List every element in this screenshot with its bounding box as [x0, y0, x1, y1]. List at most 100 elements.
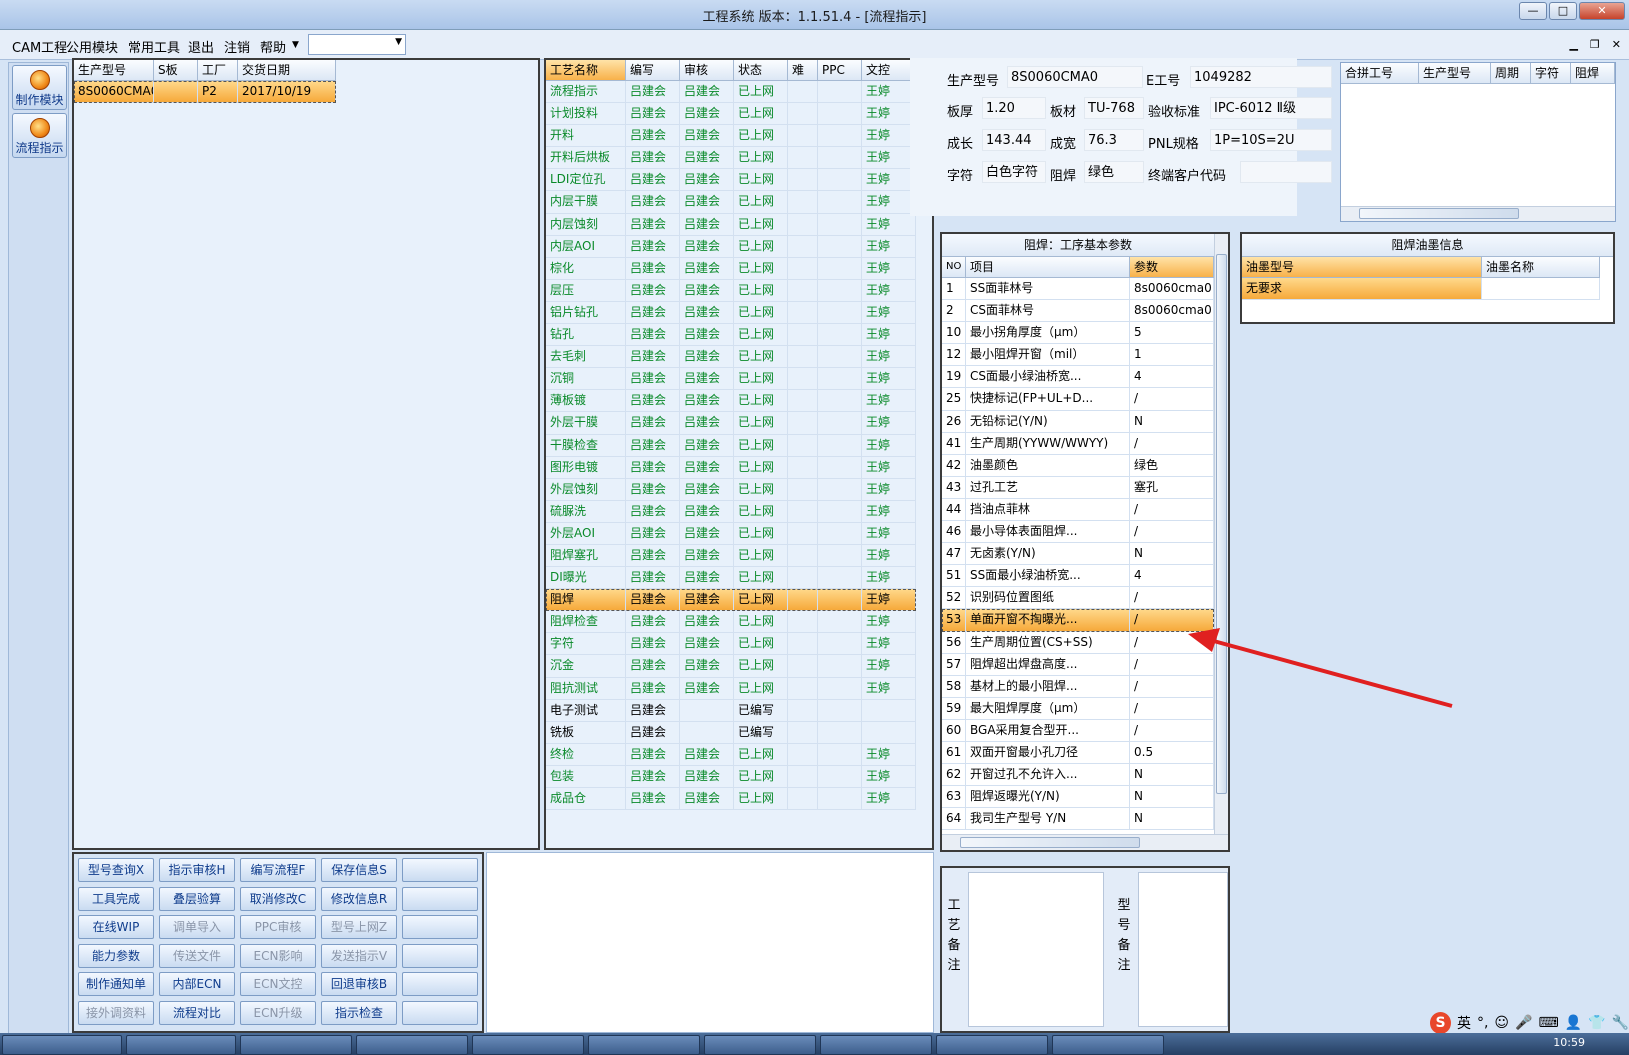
col-difficulty[interactable]: 难 [788, 60, 818, 80]
table-row[interactable]: 干膜检查 吕建会 吕建会 已上网 王婷 [546, 434, 916, 457]
action-button[interactable]: 调单导入 [159, 915, 235, 939]
action-button[interactable]: 型号上网Z [321, 915, 397, 939]
table-row[interactable]: 61 双面开窗最小孔刀径 0.5 [942, 741, 1214, 765]
table-row[interactable]: 12 最小阻焊开窗（mil） 1 [942, 344, 1214, 367]
table-row[interactable]: 字符 吕建会 吕建会 已上网 王婷 [546, 633, 916, 656]
mic-icon[interactable]: 🎤 [1515, 1015, 1532, 1031]
empty-button[interactable] [402, 886, 478, 911]
action-button[interactable]: 叠层验算 [159, 886, 235, 911]
maximize-button[interactable]: □ [1549, 2, 1577, 20]
menu-help[interactable]: 帮助 [260, 37, 286, 56]
mdi-restore-icon[interactable]: ❐ [1590, 38, 1600, 51]
col-process[interactable]: 工艺名称 [546, 60, 626, 80]
empty-button[interactable] [402, 1000, 478, 1025]
col-status[interactable]: 状态 [734, 60, 788, 80]
action-button[interactable]: 指示检查 [321, 1000, 397, 1025]
action-button[interactable]: 保存信息S [321, 858, 397, 882]
table-row[interactable]: 内层AOI 吕建会 吕建会 已上网 王婷 [546, 235, 916, 258]
merge-hscroll[interactable] [1341, 206, 1615, 221]
table-row[interactable]: 8S0060CMA0 P2 2017/10/19 [74, 81, 336, 104]
table-row[interactable]: 电子测试 吕建会 已编写 [546, 699, 916, 722]
col-merge-char[interactable]: 字符 [1531, 63, 1571, 83]
table-row[interactable]: 51 SS面最小绿油桥宽... 4 [942, 565, 1214, 588]
table-row[interactable]: 钻孔 吕建会 吕建会 已上网 王婷 [546, 324, 916, 347]
table-row[interactable]: 无要求 [1242, 278, 1600, 301]
task-item[interactable] [2, 1035, 122, 1055]
table-row[interactable]: 内层蚀刻 吕建会 吕建会 已上网 王婷 [546, 213, 916, 236]
table-row[interactable]: 53 单面开窗不掏曝光... / [942, 609, 1214, 632]
table-row[interactable]: 阻焊塞孔 吕建会 吕建会 已上网 王婷 [546, 544, 916, 568]
empty-button[interactable] [402, 858, 478, 882]
table-row[interactable]: 10 最小拐角厚度（μm） 5 [942, 322, 1214, 345]
params-vscroll[interactable] [1214, 234, 1228, 834]
menu-public-module[interactable]: 公用模块 [66, 37, 118, 56]
table-row[interactable]: 外层AOI 吕建会 吕建会 已上网 王婷 [546, 522, 916, 545]
action-button[interactable]: ECN影响 [240, 943, 316, 968]
action-button[interactable]: 工具完成 [78, 886, 154, 911]
scroll-thumb[interactable] [1359, 208, 1519, 219]
table-row[interactable]: 64 我司生产型号 Y/N N [942, 808, 1214, 831]
action-button[interactable]: 接外调资料 [78, 1000, 154, 1025]
col-factory[interactable]: 工厂 [198, 60, 238, 80]
col-s-board[interactable]: S板 [154, 60, 198, 80]
action-button[interactable]: 型号查询X [78, 858, 154, 882]
col-doc-control[interactable]: 文控 [862, 60, 916, 80]
action-button[interactable]: ECN文控 [240, 972, 316, 996]
table-row[interactable]: 去毛刺 吕建会 吕建会 已上网 王婷 [546, 346, 916, 369]
col-merge-no[interactable]: 合拼工号 [1341, 63, 1419, 83]
table-row[interactable]: 包装 吕建会 吕建会 已上网 王婷 [546, 765, 916, 788]
user-icon[interactable]: 👤 [1565, 1015, 1582, 1031]
table-row[interactable]: 25 快捷标记(FP+UL+D... / [942, 388, 1214, 411]
table-row[interactable]: 63 阻焊返曝光(Y/N) N [942, 786, 1214, 809]
table-row[interactable]: DI曝光 吕建会 吕建会 已上网 王婷 [546, 567, 916, 590]
task-item[interactable] [356, 1035, 468, 1055]
col-merge-cycle[interactable]: 周期 [1491, 63, 1531, 83]
empty-button[interactable] [402, 943, 478, 968]
table-row[interactable]: 62 开窗过孔不允许入... N [942, 764, 1214, 787]
scroll-thumb[interactable] [1216, 254, 1227, 794]
table-row[interactable]: 41 生产周期(YYWW/WWYY) / [942, 432, 1214, 455]
mdi-minimize-icon[interactable]: ▁ [1569, 38, 1577, 51]
module-make-button[interactable]: 制作模块 [12, 65, 67, 110]
action-button[interactable]: 回退审核B [321, 972, 397, 996]
menu-combo[interactable]: ▼ [308, 34, 406, 55]
col-ppc[interactable]: PPC [818, 60, 862, 80]
table-row[interactable]: 外层干膜 吕建会 吕建会 已上网 王婷 [546, 412, 916, 435]
task-item[interactable] [472, 1035, 584, 1055]
col-ink-name[interactable]: 油墨名称 [1482, 257, 1600, 277]
col-merge-mask[interactable]: 阻焊 [1571, 63, 1615, 83]
params-hscroll[interactable] [942, 834, 1228, 850]
task-item[interactable] [820, 1035, 932, 1055]
table-row[interactable]: 2CS面菲林号8s0060cma0.ts [942, 300, 1214, 323]
table-row[interactable]: 44 挡油点菲林 / [942, 498, 1214, 522]
table-row[interactable]: 阻焊检查 吕建会 吕建会 已上网 王婷 [546, 611, 916, 634]
action-button[interactable]: PPC审核 [240, 915, 316, 939]
action-button[interactable]: ECN升级 [240, 1000, 316, 1025]
menu-exit[interactable]: 退出 [188, 37, 214, 56]
table-row[interactable]: 成品仓 吕建会 吕建会 已上网 王婷 [546, 788, 916, 811]
menu-logout[interactable]: 注销 [224, 37, 250, 56]
col-merge-model[interactable]: 生产型号 [1419, 63, 1491, 83]
action-button[interactable]: 内部ECN [159, 972, 235, 996]
action-button[interactable]: 发送指示V [321, 943, 397, 968]
table-row[interactable]: 阻焊 吕建会 吕建会 已上网 王婷 [546, 589, 916, 612]
table-row[interactable]: 计划投料 吕建会 吕建会 已上网 王婷 [546, 103, 916, 126]
table-row[interactable]: 阻抗测试 吕建会 吕建会 已上网 王婷 [546, 677, 916, 700]
table-row[interactable]: 60 BGA采用复合型开... / [942, 719, 1214, 742]
col-no[interactable]: NO [942, 257, 966, 277]
table-row[interactable]: 硫脲洗 吕建会 吕建会 已上网 王婷 [546, 500, 916, 523]
table-row[interactable]: 1SS面菲林号8s0060cma0.bs [942, 278, 1214, 301]
table-row[interactable]: 52 识别码位置图纸 / [942, 587, 1214, 610]
menu-cam[interactable]: CAM工程 [12, 37, 67, 56]
col-model[interactable]: 生产型号 [74, 60, 154, 80]
process-note-field[interactable] [968, 872, 1104, 1027]
action-button[interactable]: 流程对比 [159, 1000, 235, 1025]
sogou-icon[interactable]: S [1430, 1012, 1451, 1034]
menu-common-tools[interactable]: 常用工具 [128, 37, 180, 56]
task-item[interactable] [240, 1035, 352, 1055]
table-row[interactable]: 棕化 吕建会 吕建会 已上网 王婷 [546, 257, 916, 280]
table-row[interactable]: 开料 吕建会 吕建会 已上网 王婷 [546, 125, 916, 148]
table-row[interactable]: 流程指示 吕建会 吕建会 已上网 王婷 [546, 81, 916, 104]
action-button[interactable]: 制作通知单 [78, 972, 154, 996]
table-row[interactable]: LDI定位孔 吕建会 吕建会 已上网 王婷 [546, 169, 916, 192]
